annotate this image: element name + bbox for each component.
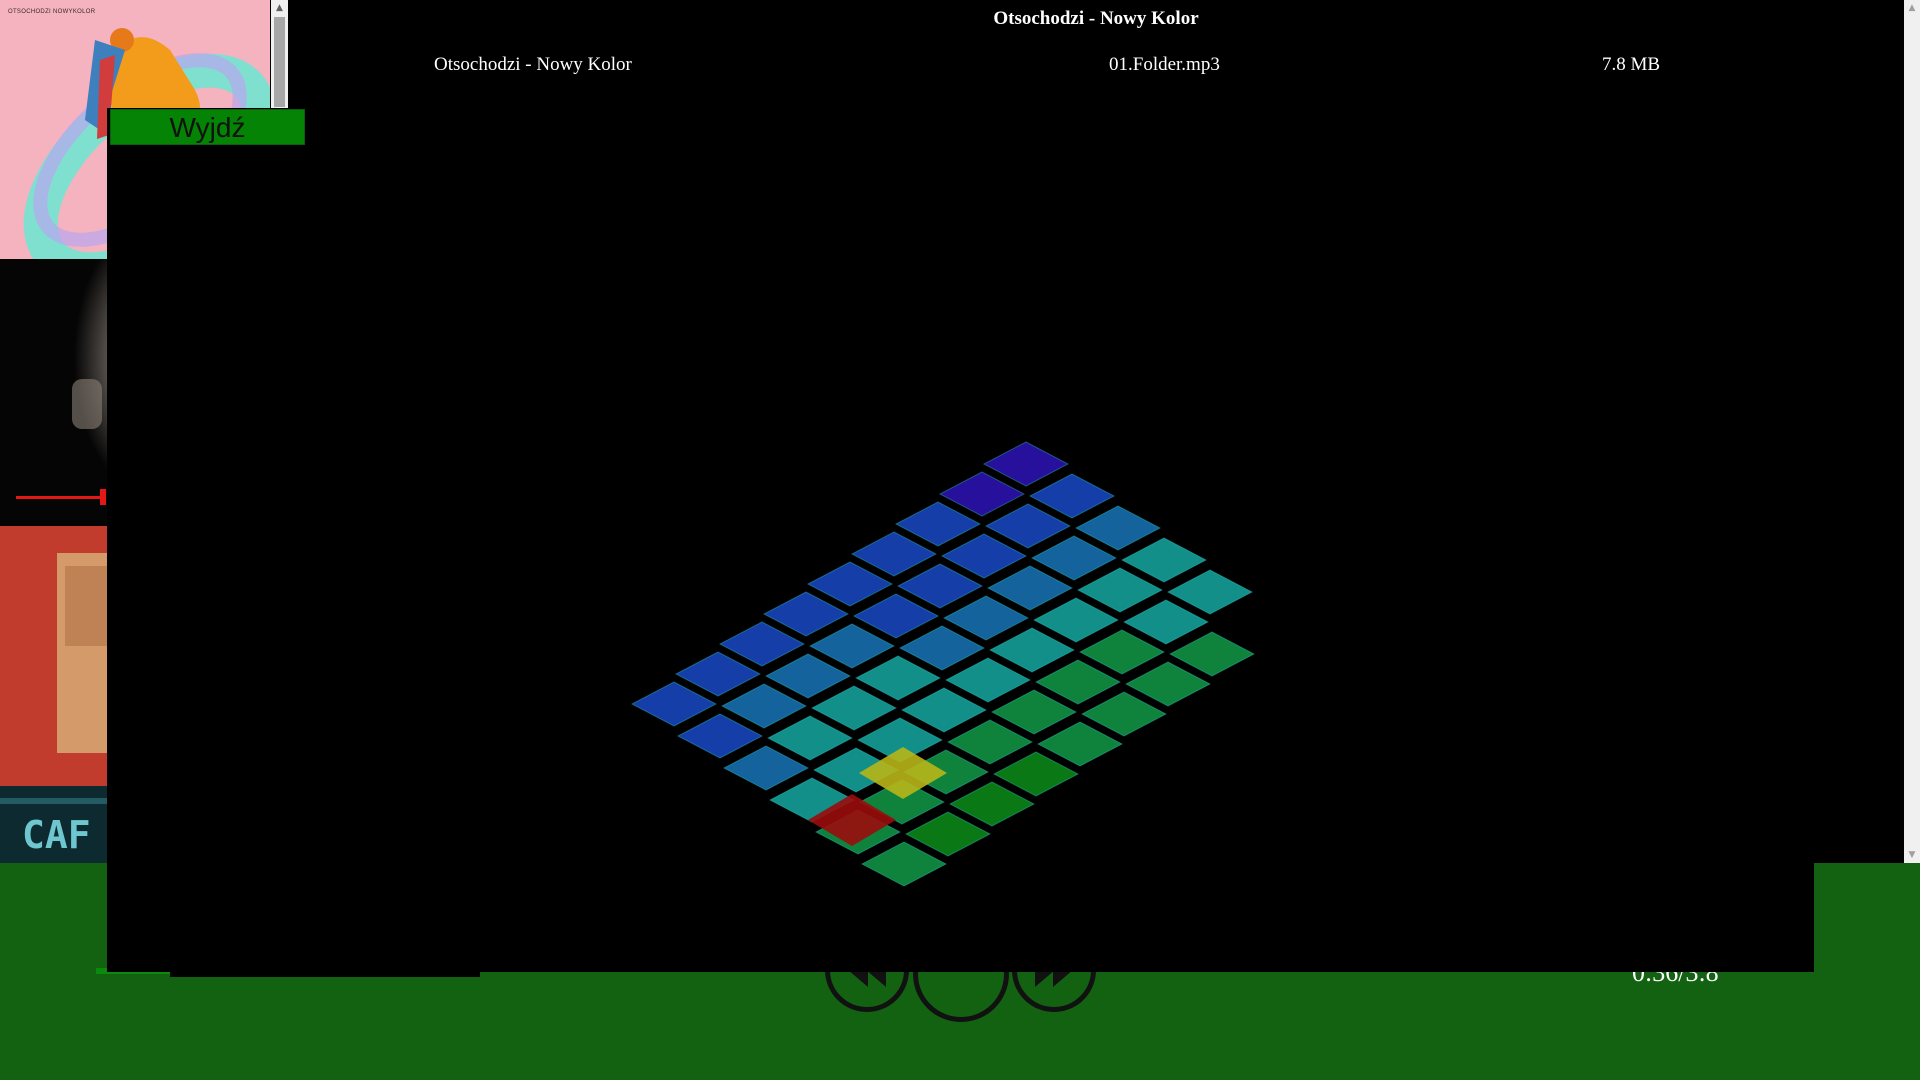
svg-text:CAF: CAF: [22, 813, 91, 857]
album-caption: OTSOCHODZI NOWYKOLOR: [8, 9, 96, 15]
scroll-down-arrow-icon[interactable]: ▼: [1904, 847, 1920, 863]
audio-visualizer: [630, 441, 1256, 887]
page-scrollbar[interactable]: ▲ ▼: [1904, 0, 1920, 863]
app-window: OTSOCHODZI NOWYKOLOR CAF ▲ 0:36/3:8 Otso…: [0, 0, 1920, 1080]
volume-slider-track[interactable]: [16, 496, 102, 499]
track-file[interactable]: 01.Folder.mp3: [1109, 54, 1220, 76]
scroll-up-arrow-icon[interactable]: ▲: [271, 0, 288, 16]
visualizer-overlay: [107, 108, 1814, 972]
exit-button[interactable]: Wyjdź: [110, 109, 305, 145]
album-scrollbar[interactable]: ▲: [271, 0, 288, 110]
album-scroll-thumb[interactable]: [274, 17, 285, 107]
visualizer-peak-tile: [859, 747, 947, 799]
scroll-up-arrow-icon[interactable]: ▲: [1904, 0, 1920, 16]
track-name[interactable]: Otsochodzi - Nowy Kolor: [434, 54, 632, 76]
volume-slider-knob[interactable]: [100, 489, 106, 505]
track-size: 7.8 MB: [1602, 54, 1661, 75]
playlist-title: Otsochodzi - Nowy Kolor: [993, 8, 1199, 29]
